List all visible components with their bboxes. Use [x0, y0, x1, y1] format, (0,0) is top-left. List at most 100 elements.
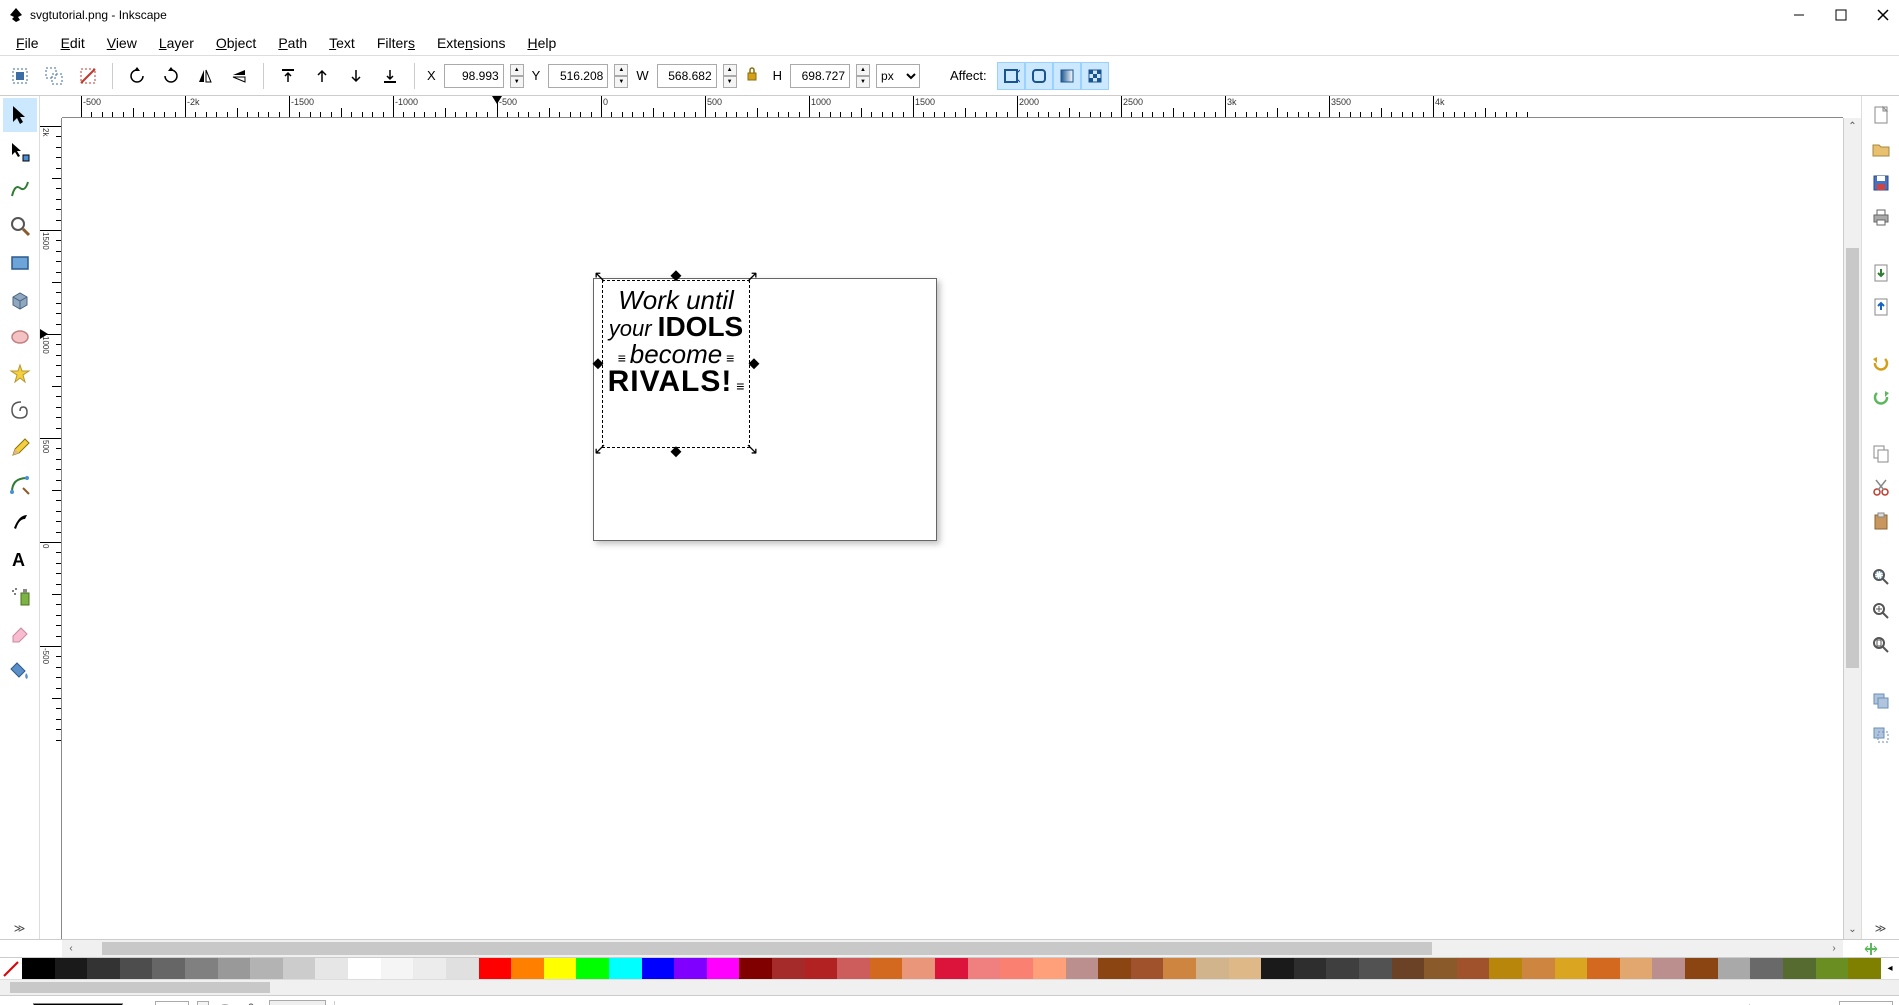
- color-swatch[interactable]: [381, 958, 414, 979]
- color-swatch[interactable]: [1261, 958, 1294, 979]
- menu-extensions[interactable]: Extensions: [427, 32, 516, 54]
- color-swatch[interactable]: [1163, 958, 1196, 979]
- color-swatch[interactable]: [218, 958, 251, 979]
- node-tool[interactable]: [3, 135, 37, 169]
- selected-artwork[interactable]: Work until your IDOLS ≡ become ≡ RIVALS!…: [607, 287, 745, 397]
- affect-corners-button[interactable]: [1025, 62, 1053, 90]
- clone-icon[interactable]: [1868, 722, 1894, 748]
- color-swatch[interactable]: [609, 958, 642, 979]
- minimize-button[interactable]: [1791, 7, 1807, 23]
- color-swatch[interactable]: [152, 958, 185, 979]
- color-swatch[interactable]: [120, 958, 153, 979]
- color-swatch[interactable]: [1066, 958, 1099, 979]
- select-all-button[interactable]: [6, 62, 34, 90]
- canvas[interactable]: Work until your IDOLS ≡ become ≡ RIVALS!…: [62, 118, 1843, 939]
- menu-help[interactable]: Help: [517, 32, 566, 54]
- color-swatch[interactable]: [837, 958, 870, 979]
- zoom-selection-icon[interactable]: [1868, 564, 1894, 590]
- w-spinner[interactable]: ▲▼: [723, 64, 737, 88]
- zoom-tool[interactable]: [3, 209, 37, 243]
- handle-ne[interactable]: ↗: [745, 271, 759, 285]
- scroll-down[interactable]: ⌄: [1844, 921, 1861, 939]
- color-swatch[interactable]: [1685, 958, 1718, 979]
- star-tool[interactable]: [3, 357, 37, 391]
- undo-icon[interactable]: [1868, 350, 1894, 376]
- lock-aspect-icon[interactable]: [743, 65, 765, 87]
- opacity-spinner[interactable]: [197, 1001, 209, 1005]
- cmdbar-expand[interactable]: ≫: [1871, 918, 1891, 939]
- lower-bottom-button[interactable]: [376, 62, 404, 90]
- color-swatch[interactable]: [1718, 958, 1751, 979]
- color-swatch[interactable]: [935, 958, 968, 979]
- color-swatch[interactable]: [968, 958, 1001, 979]
- redo-icon[interactable]: [1868, 384, 1894, 410]
- color-swatch[interactable]: [1816, 958, 1849, 979]
- color-swatch[interactable]: [1294, 958, 1327, 979]
- color-swatch[interactable]: [55, 958, 88, 979]
- color-swatch[interactable]: [1000, 958, 1033, 979]
- opacity-input[interactable]: [155, 1001, 189, 1005]
- color-swatch[interactable]: [642, 958, 675, 979]
- color-swatch[interactable]: [1131, 958, 1164, 979]
- color-swatch[interactable]: [1033, 958, 1066, 979]
- y-spinner[interactable]: ▲▼: [614, 64, 628, 88]
- color-swatch[interactable]: [511, 958, 544, 979]
- flip-vertical-button[interactable]: [225, 62, 253, 90]
- color-swatch[interactable]: [1652, 958, 1685, 979]
- color-swatch[interactable]: [479, 958, 512, 979]
- color-swatch[interactable]: [902, 958, 935, 979]
- ellipse-tool[interactable]: [3, 320, 37, 354]
- palette-scroll-thumb[interactable]: [10, 982, 270, 993]
- color-swatch[interactable]: [1522, 958, 1555, 979]
- color-swatch[interactable]: [772, 958, 805, 979]
- zoom-page-icon[interactable]: [1868, 632, 1894, 658]
- horizontal-scrollbar[interactable]: ‹ ›: [62, 940, 1843, 957]
- quick-zoom-icon[interactable]: [1863, 941, 1879, 957]
- color-swatch[interactable]: [348, 958, 381, 979]
- cut-icon[interactable]: [1868, 474, 1894, 500]
- bezier-tool[interactable]: [3, 468, 37, 502]
- save-document-icon[interactable]: [1868, 170, 1894, 196]
- raise-button[interactable]: [308, 62, 336, 90]
- h-spinner[interactable]: ▲▼: [856, 64, 870, 88]
- x-input[interactable]: [444, 64, 504, 88]
- color-swatch[interactable]: [1392, 958, 1425, 979]
- raise-top-button[interactable]: [274, 62, 302, 90]
- zoom-drawing-icon[interactable]: [1868, 598, 1894, 624]
- affect-gradient-button[interactable]: [1053, 62, 1081, 90]
- selection-box[interactable]: Work until your IDOLS ≡ become ≡ RIVALS!…: [602, 280, 750, 448]
- unit-select[interactable]: px: [876, 64, 920, 88]
- vscroll-thumb[interactable]: [1846, 248, 1859, 668]
- color-swatch[interactable]: [1424, 958, 1457, 979]
- color-swatch[interactable]: [446, 958, 479, 979]
- color-swatch[interactable]: [1098, 958, 1131, 979]
- y-input[interactable]: [548, 64, 608, 88]
- fill-tool[interactable]: [3, 653, 37, 687]
- print-icon[interactable]: [1868, 204, 1894, 230]
- color-swatch[interactable]: [1489, 958, 1522, 979]
- import-icon[interactable]: [1868, 260, 1894, 286]
- menu-edit[interactable]: Edit: [51, 32, 95, 54]
- spray-tool[interactable]: [3, 579, 37, 613]
- layer-visibility-icon[interactable]: [217, 1001, 235, 1005]
- toolbox-expand[interactable]: ≫: [10, 918, 30, 939]
- scroll-right[interactable]: ›: [1825, 940, 1843, 958]
- w-input[interactable]: [657, 64, 717, 88]
- scroll-up[interactable]: ⌃: [1844, 118, 1861, 136]
- handle-s[interactable]: ⬥: [669, 445, 683, 459]
- layer-select[interactable]: (root): [269, 1000, 326, 1005]
- menu-view[interactable]: View: [97, 32, 147, 54]
- layer-lock-icon[interactable]: [243, 1001, 261, 1005]
- no-color-swatch[interactable]: [0, 958, 22, 979]
- menu-path[interactable]: Path: [268, 32, 317, 54]
- pencil-tool[interactable]: [3, 431, 37, 465]
- handle-e[interactable]: ⬥: [747, 357, 761, 371]
- eraser-tool[interactable]: [3, 616, 37, 650]
- text-tool[interactable]: A: [3, 542, 37, 576]
- flip-horizontal-button[interactable]: [191, 62, 219, 90]
- color-swatch[interactable]: [22, 958, 55, 979]
- horizontal-ruler[interactable]: -500-2k-1500-1000-5000500100015002000250…: [62, 96, 1843, 118]
- color-swatch[interactable]: [185, 958, 218, 979]
- color-swatch[interactable]: [544, 958, 577, 979]
- color-swatch[interactable]: [739, 958, 772, 979]
